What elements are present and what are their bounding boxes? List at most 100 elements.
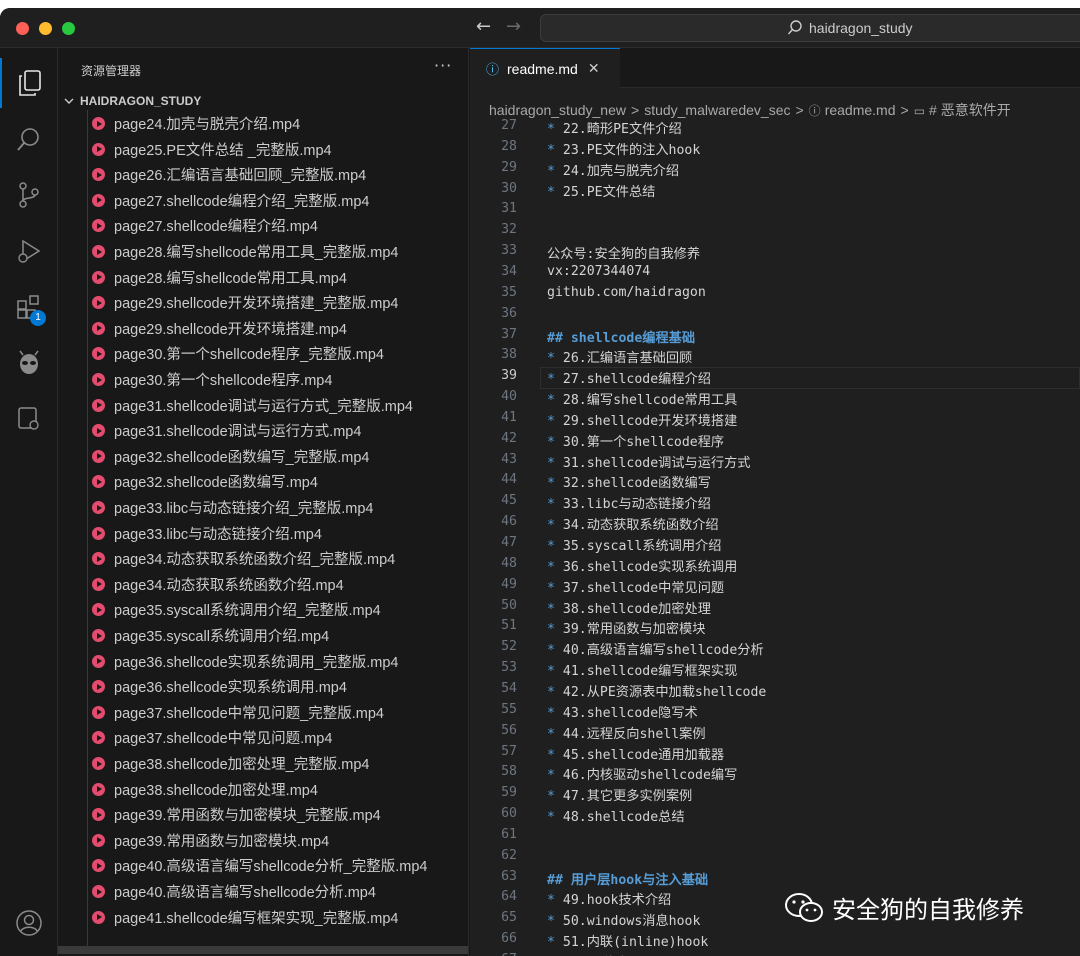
file-item[interactable]: page37.shellcode中常见问题_完整版.mp4 xyxy=(92,700,384,725)
horizontal-scrollbar[interactable] xyxy=(58,946,468,954)
more-actions-icon[interactable]: ··· xyxy=(434,56,452,75)
code-line[interactable]: 42 * 30.第一个shellcode程序 xyxy=(470,431,1080,452)
line-number: 41 xyxy=(501,409,517,425)
file-item[interactable]: page37.shellcode中常见问题.mp4 xyxy=(92,725,332,750)
file-item[interactable]: page39.常用函数与加密模块_完整版.mp4 xyxy=(92,802,381,827)
file-item[interactable]: page33.libc与动态链接介绍.mp4 xyxy=(92,521,322,546)
file-item[interactable]: page34.动态获取系统函数介绍.mp4 xyxy=(92,572,344,597)
code-line[interactable]: 30 * 25.PE文件总结 xyxy=(470,181,1080,202)
code-line[interactable]: 45 * 33.libc与动态链接介绍 xyxy=(470,493,1080,514)
code-line[interactable]: 59 * 47.其它更多实例案例 xyxy=(470,785,1080,806)
code-line[interactable]: 29 * 24.加壳与脱壳介绍 xyxy=(470,160,1080,181)
breadcrumb-item[interactable]: # 恶意软件开 xyxy=(929,102,1011,118)
tab-readme[interactable]: ⓘ readme.md ✕ xyxy=(470,48,620,88)
workspace-folder-header[interactable]: HAIDRAGON_STUDY xyxy=(64,94,201,108)
account-icon[interactable] xyxy=(0,898,58,948)
code-line[interactable]: 55 * 43.shellcode隐写术 xyxy=(470,702,1080,723)
code-editor[interactable]: 27 * 22.畸形PE文件介绍 28 * 23.PE文件的注入hook 29 * 24.… xyxy=(470,118,1080,956)
file-item[interactable]: page31.shellcode调试与运行方式_完整版.mp4 xyxy=(92,393,413,418)
code-line[interactable]: 57 * 45.shellcode通用加载器 xyxy=(470,744,1080,765)
file-item[interactable]: page39.常用函数与加密模块.mp4 xyxy=(92,828,329,853)
code-line[interactable]: 31 xyxy=(470,201,1080,222)
code-line[interactable]: 43 * 31.shellcode调试与运行方式 xyxy=(470,452,1080,473)
code-line[interactable]: 37 ## shellcode编程基础 xyxy=(470,327,1080,348)
line-content: 50.windows消息hook xyxy=(562,914,701,930)
file-item[interactable]: page30.第一个shellcode程序_完整版.mp4 xyxy=(92,341,384,366)
code-line[interactable]: 54 * 42.从PE资源表中加载shellcode xyxy=(470,681,1080,702)
file-item[interactable]: page30.第一个shellcode程序.mp4 xyxy=(92,367,332,392)
code-line[interactable]: 56 * 44.远程反向shell案例 xyxy=(470,723,1080,744)
file-item[interactable]: page38.shellcode加密处理.mp4 xyxy=(92,777,318,802)
file-item[interactable]: page28.编写shellcode常用工具.mp4 xyxy=(92,265,347,290)
code-line[interactable]: 32 xyxy=(470,222,1080,243)
file-item[interactable]: page27.shellcode编程介绍.mp4 xyxy=(92,213,318,238)
line-text: * 27.shellcode编程介绍 xyxy=(547,368,711,387)
code-line[interactable]: 63 ## 用户层hook与注入基础 xyxy=(470,869,1080,890)
forward-arrow-icon[interactable]: → xyxy=(506,16,521,37)
code-line[interactable]: 49 * 37.shellcode中常见问题 xyxy=(470,577,1080,598)
code-line[interactable]: 41 * 29.shellcode开发环境搭建 xyxy=(470,410,1080,431)
source-control-icon[interactable] xyxy=(0,170,58,220)
file-item[interactable]: page40.高级语言编写shellcode分析.mp4 xyxy=(92,879,376,904)
file-item[interactable]: page35.syscall系统调用介绍.mp4 xyxy=(92,623,329,648)
minimize-window-button[interactable] xyxy=(39,22,52,35)
close-window-button[interactable] xyxy=(16,22,29,35)
file-item[interactable]: page33.libc与动态链接介绍_完整版.mp4 xyxy=(92,495,373,520)
extensions-icon[interactable]: 1 xyxy=(0,282,58,332)
code-line[interactable]: 36 xyxy=(470,306,1080,327)
code-line[interactable]: 39 * 27.shellcode编程介绍 xyxy=(470,367,1080,390)
search-activity-icon[interactable] xyxy=(0,114,58,164)
list-bullet: * xyxy=(547,455,563,471)
code-line[interactable]: 48 * 36.shellcode实现系统调用 xyxy=(470,556,1080,577)
explorer-icon[interactable] xyxy=(0,58,58,108)
code-line[interactable]: 61 xyxy=(470,827,1080,848)
code-line[interactable]: 67 * 52.64位内联hook xyxy=(470,952,1080,956)
alien-extension-icon[interactable] xyxy=(0,338,58,388)
file-item[interactable]: page35.syscall系统调用介绍_完整版.mp4 xyxy=(92,597,381,622)
code-line[interactable]: 33 公众号:安全狗的自我修养 xyxy=(470,243,1080,264)
file-item[interactable]: page34.动态获取系统函数介绍_完整版.mp4 xyxy=(92,546,395,571)
breadcrumb-item[interactable]: haidragon_study_new xyxy=(489,102,626,118)
code-line[interactable]: 38 * 26.汇编语言基础回顾 xyxy=(470,347,1080,368)
code-line[interactable]: 28 * 23.PE文件的注入hook xyxy=(470,139,1080,160)
file-item[interactable]: page41.shellcode编写框架实现_完整版.mp4 xyxy=(92,905,398,930)
code-line[interactable]: 34 vx:2207344074 xyxy=(470,264,1080,285)
back-arrow-icon[interactable]: ← xyxy=(476,16,491,37)
code-line[interactable]: 62 xyxy=(470,848,1080,869)
code-line[interactable]: 53 * 41.shellcode编写框架实现 xyxy=(470,660,1080,681)
code-line[interactable]: 60 * 48.shellcode总结 xyxy=(470,806,1080,827)
code-line[interactable]: 50 * 38.shellcode加密处理 xyxy=(470,598,1080,619)
code-line[interactable]: 52 * 40.高级语言编写shellcode分析 xyxy=(470,639,1080,660)
code-line[interactable]: 40 * 28.编写shellcode常用工具 xyxy=(470,389,1080,410)
close-tab-icon[interactable]: ✕ xyxy=(588,60,600,77)
code-line[interactable]: 51 * 39.常用函数与加密模块 xyxy=(470,618,1080,639)
code-line[interactable]: 35 github.com/haidragon xyxy=(470,285,1080,306)
file-item[interactable]: page28.编写shellcode常用工具_完整版.mp4 xyxy=(92,239,398,264)
line-text: * 31.shellcode调试与运行方式 xyxy=(547,452,750,471)
code-line[interactable]: 58 * 46.内核驱动shellcode编写 xyxy=(470,764,1080,785)
file-item[interactable]: page32.shellcode函数编写.mp4 xyxy=(92,469,318,494)
maximize-window-button[interactable] xyxy=(62,22,75,35)
file-item[interactable]: page36.shellcode实现系统调用_完整版.mp4 xyxy=(92,649,398,674)
breadcrumb-item[interactable]: readme.md xyxy=(825,102,896,118)
file-item[interactable]: page31.shellcode调试与运行方式.mp4 xyxy=(92,418,361,443)
file-item[interactable]: page29.shellcode开发环境搭建_完整版.mp4 xyxy=(92,290,398,315)
file-item[interactable]: page29.shellcode开发环境搭建.mp4 xyxy=(92,316,347,341)
file-item[interactable]: page26.汇编语言基础回顾_完整版.mp4 xyxy=(92,162,366,187)
file-item[interactable]: page27.shellcode编程介绍_完整版.mp4 xyxy=(92,188,369,213)
breadcrumb-item[interactable]: study_malwaredev_sec xyxy=(644,102,790,118)
file-item[interactable]: page24.加壳与脱壳介绍.mp4 xyxy=(92,111,300,136)
code-line[interactable]: 46 * 34.动态获取系统函数介绍 xyxy=(470,514,1080,535)
file-item[interactable]: page25.PE文件总结 _完整版.mp4 xyxy=(92,137,332,162)
file-item[interactable]: page36.shellcode实现系统调用.mp4 xyxy=(92,674,347,699)
file-item[interactable]: page40.高级语言编写shellcode分析_完整版.mp4 xyxy=(92,853,427,878)
run-debug-icon[interactable] xyxy=(0,226,58,276)
code-line[interactable]: 66 * 51.内联(inline)hook xyxy=(470,931,1080,952)
file-item[interactable]: page38.shellcode加密处理_完整版.mp4 xyxy=(92,751,369,776)
code-line[interactable]: 27 * 22.畸形PE文件介绍 xyxy=(470,118,1080,139)
command-center[interactable]: haidragon_study xyxy=(540,14,1080,42)
remote-explorer-icon[interactable] xyxy=(0,394,58,444)
file-item[interactable]: page32.shellcode函数编写_完整版.mp4 xyxy=(92,444,369,469)
code-line[interactable]: 47 * 35.syscall系统调用介绍 xyxy=(470,535,1080,556)
code-line[interactable]: 44 * 32.shellcode函数编写 xyxy=(470,472,1080,493)
